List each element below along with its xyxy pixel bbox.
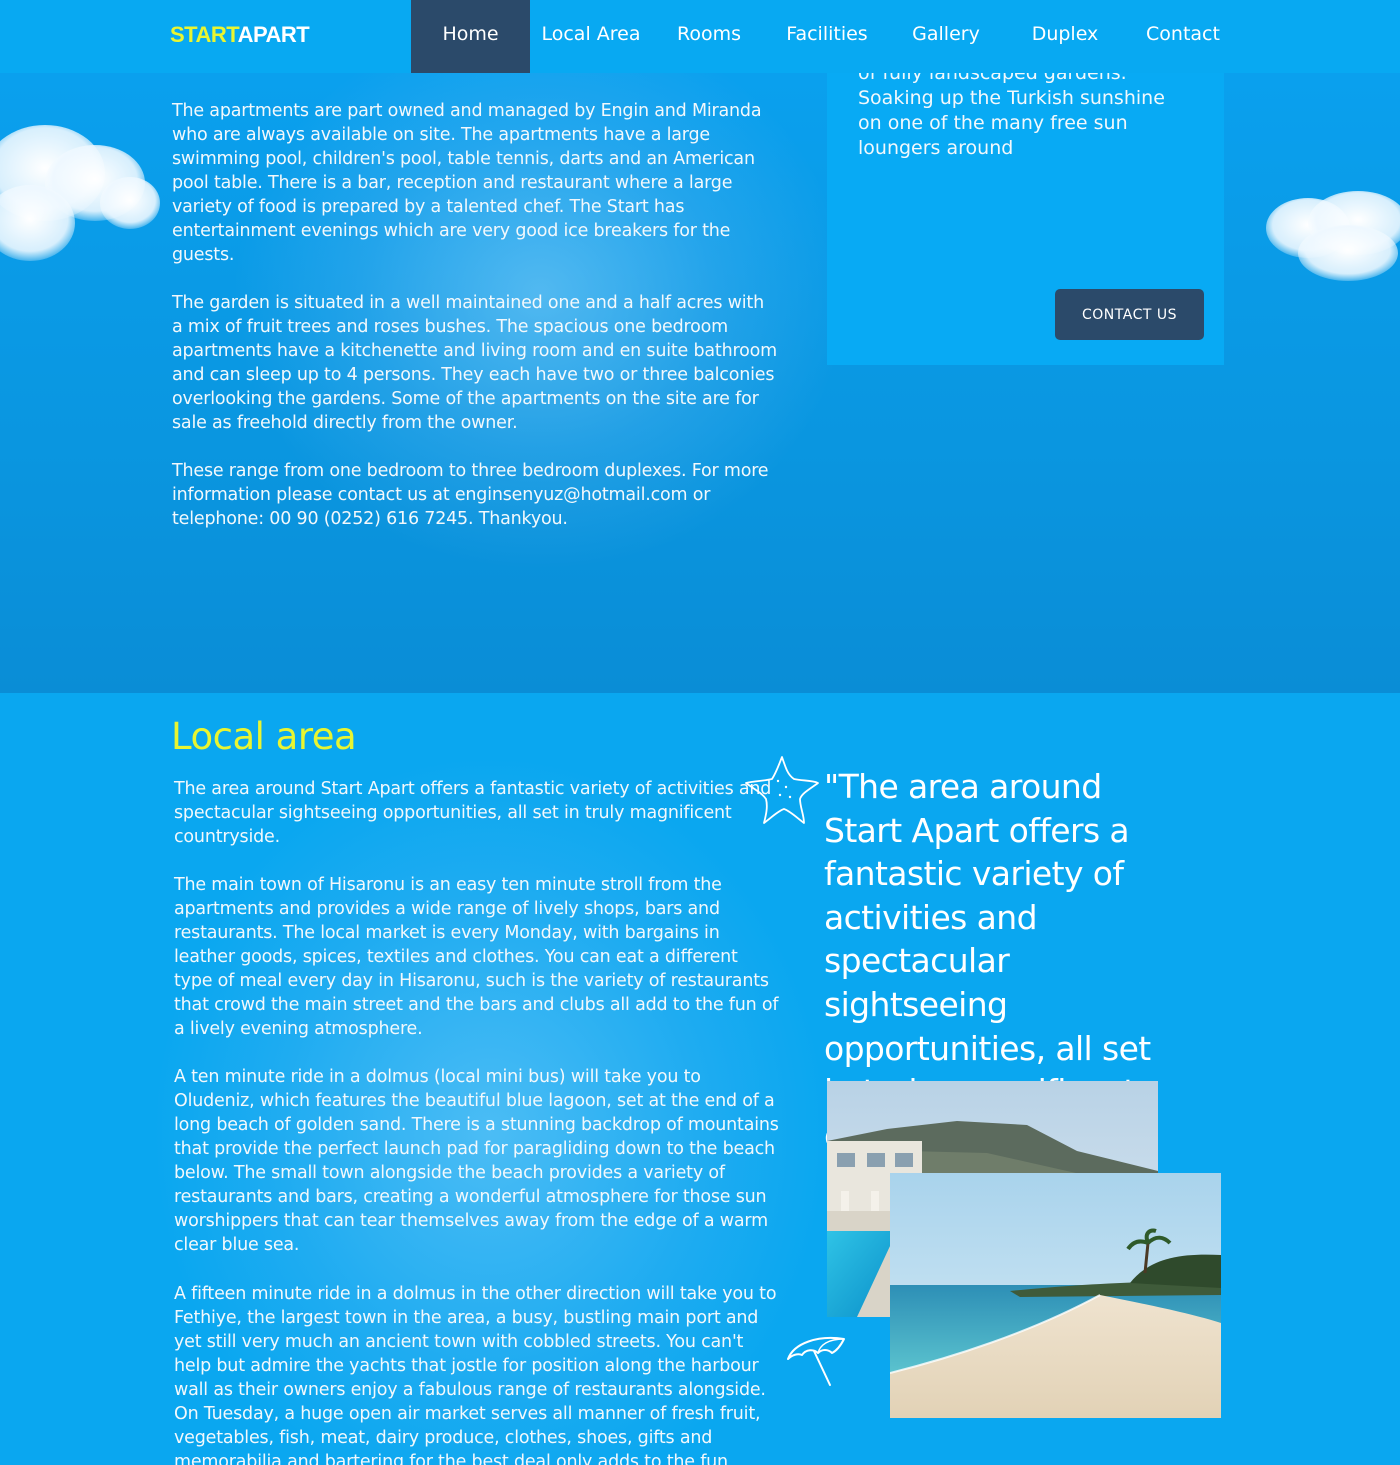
top-navigation: STARTAPART Home Local Area Rooms Facilit…	[0, 0, 1400, 73]
intro-paragraph-2: The garden is situated in a well maintai…	[172, 293, 777, 433]
local-paragraph-2: The main town of Hisaronu is an easy ten…	[174, 875, 779, 1039]
nav-item-home[interactable]: Home	[411, 0, 530, 73]
site-logo[interactable]: STARTAPART	[170, 22, 310, 48]
local-area-section: Local area The area around Start Apart o…	[0, 693, 1400, 1465]
intro-paragraph-3: These range from one bedroom to three be…	[172, 461, 769, 529]
cloud-right-icon	[1266, 191, 1400, 281]
intro-paragraph-1: The apartments are part owned and manage…	[172, 101, 762, 265]
intro-section: The apartments are part owned and manage…	[0, 73, 1400, 693]
logo-start: START	[170, 22, 238, 47]
local-paragraph-1: The area around Start Apart offers a fan…	[174, 779, 772, 847]
cloud-left-icon	[0, 125, 160, 261]
starfish-icon	[745, 756, 819, 824]
nav-item-duplex[interactable]: Duplex	[1004, 0, 1126, 73]
nav-item-local-area[interactable]: Local Area	[530, 0, 652, 73]
nav-item-rooms[interactable]: Rooms	[652, 0, 766, 73]
local-paragraph-3: A ten minute ride in a dolmus (local min…	[174, 1067, 779, 1255]
nav-item-facilities[interactable]: Facilities	[766, 0, 888, 73]
beach-photo	[890, 1173, 1221, 1418]
info-box-text: of fully landscaped gardens. Soaking up …	[858, 73, 1165, 159]
info-box: of fully landscaped gardens. Soaking up …	[827, 73, 1224, 365]
nav-item-contact[interactable]: Contact	[1126, 0, 1240, 73]
local-paragraph-4: A fifteen minute ride in a dolmus in the…	[174, 1284, 777, 1465]
nav-item-gallery[interactable]: Gallery	[888, 0, 1004, 73]
section-title: Local area	[171, 715, 357, 758]
contact-us-button[interactable]: CONTACT US	[1055, 289, 1204, 340]
logo-apart: APART	[237, 22, 310, 47]
beach-umbrella-icon	[787, 1337, 845, 1386]
